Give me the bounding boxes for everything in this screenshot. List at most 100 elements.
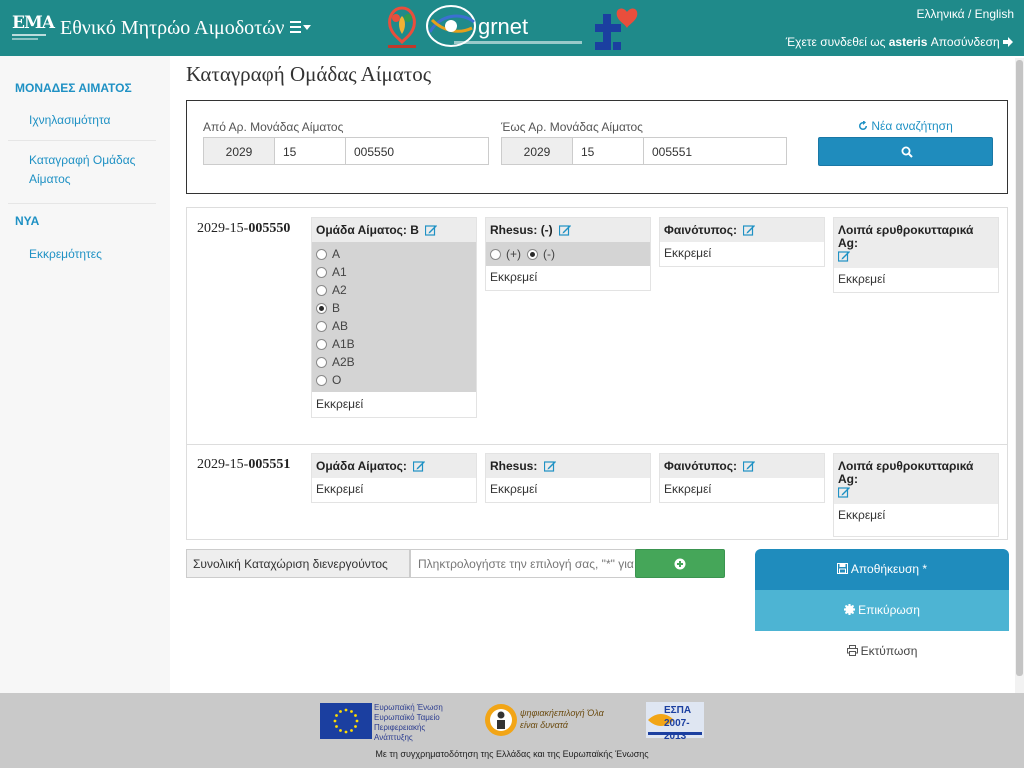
blood-option-radio[interactable] (316, 374, 327, 386)
sidebar-section-nya: ΝΥΑ (15, 214, 40, 228)
to-center-field[interactable]: 15 (572, 137, 644, 165)
sidebar-item-blood-group-record[interactable]: Καταγραφή Ομάδας Αίματος (29, 151, 149, 189)
validate-button[interactable]: Επικύρωση (755, 590, 1009, 631)
blood-group-panel: Ομάδα Αίματος: Εκκρεμεί (311, 453, 477, 503)
search-button[interactable] (818, 137, 993, 166)
edit-icon[interactable] (543, 460, 556, 472)
edit-icon[interactable] (838, 250, 850, 262)
blood-option-label: B (332, 301, 341, 315)
eu-logo: Ευρωπαϊκή Ένωση Ευρωπαϊκό Ταμείο Περιφερ… (320, 703, 455, 742)
edit-icon[interactable] (743, 460, 756, 472)
ema-logo[interactable]: EMA (12, 13, 55, 46)
espa-text: ΕΣΠΑ 2007-2013 (664, 705, 692, 742)
scrollbar[interactable] (1015, 58, 1024, 693)
from-unit-label: Από Αρ. Μονάδας Αίματος (203, 120, 344, 134)
lang-english[interactable]: English (975, 7, 1014, 21)
new-search-link[interactable]: Νέα αναζήτηση (858, 119, 953, 133)
logo-underline (12, 38, 38, 40)
username: asteris (888, 35, 928, 49)
certificate-icon (844, 604, 856, 615)
edit-icon[interactable] (838, 486, 850, 498)
edit-icon[interactable] (559, 224, 572, 236)
rhesus-pos-radio[interactable] (490, 248, 501, 260)
blood-unit-id: 2029-15-005550 (197, 221, 291, 236)
scrollbar-thumb[interactable] (1016, 60, 1023, 676)
from-year-field: 2029 (203, 137, 275, 165)
ministry-cross-logo (593, 4, 639, 52)
logout-icon[interactable] (1003, 35, 1014, 49)
blood-option: B (316, 299, 472, 317)
rhesus-panel: Rhesus: Εκκρεμεί (485, 453, 651, 503)
blood-unit-id: 2029-15-005551 (197, 457, 291, 472)
other-antigens-status: Εκκρεμεί (838, 508, 886, 522)
rhesus-neg-radio[interactable] (527, 248, 538, 260)
blood-option-radio[interactable] (316, 266, 327, 278)
save-icon (836, 563, 848, 574)
bulk-add-button[interactable] (635, 549, 725, 578)
search-panel: Από Αρ. Μονάδας Αίματος 2029 15 005550 Έ… (186, 100, 1008, 194)
espa-logo: ΕΣΠΑ 2007-2013 (646, 702, 704, 742)
other-antigens-header: Λοιπά ερυθροκυτταρικά Ag: (834, 218, 998, 268)
blood-option-radio[interactable] (316, 284, 327, 296)
save-button[interactable]: Αποθήκευση * (755, 549, 1009, 590)
phenotype-panel: Φαινότυπος: Εκκρεμεί (659, 453, 825, 503)
to-number-field[interactable]: 005551 (643, 137, 787, 165)
digital-convergence-logo: ψηφιακήεπιλογή Όλα είναι δυνατά (484, 701, 616, 739)
menu-toggle-icon[interactable] (290, 20, 312, 38)
blood-option-label: AB (332, 319, 349, 333)
sidebar-divider (8, 140, 156, 141)
phenotype-status: Εκκρεμεί (664, 246, 712, 260)
phenotype-panel: Φαινότυπος: Εκκρεμεί (659, 217, 825, 267)
blood-option-label: O (332, 373, 342, 387)
blood-option-radio[interactable] (316, 320, 327, 332)
blood-group-status: Εκκρεμεί (316, 397, 364, 411)
bulk-entry-input[interactable]: Πληκτρολογήστε την επιλογή σας, "*" για (410, 549, 636, 578)
sidebar-divider (8, 203, 156, 204)
blood-group-header: Ομάδα Αίματος: B (312, 218, 476, 242)
blood-option-radio[interactable] (316, 338, 327, 350)
grnet-logo: grnet (424, 2, 584, 52)
lang-greek[interactable]: Ελληνικά (916, 7, 964, 21)
blood-option-label: A1B (332, 337, 355, 351)
plus-circle-icon (674, 558, 686, 570)
results-panel: 2029-15-005550 Ομάδα Αίματος: B A A1 A2 B AB… (186, 207, 1008, 540)
sidebar-item-pending[interactable]: Εκκρεμότητες (29, 245, 102, 264)
eu-text: Ευρωπαϊκή Ένωση Ευρωπαϊκό Ταμείο Περιφερ… (374, 703, 443, 742)
blood-group-status: Εκκρεμεί (316, 482, 364, 496)
grnet-tagline-line (454, 41, 582, 44)
sidebar: ΜΟΝΑΔΕΣ ΑΙΜΑΤΟΣ Ιχνηλασιμότητα Καταγραφή… (0, 56, 170, 693)
logout-link[interactable]: Αποσύνδεση (931, 35, 1000, 49)
print-label: Εκτύπωση (860, 644, 918, 658)
blood-option: A2 (316, 281, 472, 299)
rhesus-status: Εκκρεμεί (490, 270, 538, 284)
page-title: Καταγραφή Ομάδας Αίματος (186, 62, 432, 86)
print-icon (846, 645, 858, 656)
blood-option-radio[interactable] (316, 248, 327, 260)
row-divider (187, 444, 1007, 445)
blood-option-radio[interactable] (316, 356, 327, 368)
blood-option: A1B (316, 335, 472, 353)
from-center-field[interactable]: 15 (274, 137, 346, 165)
bulk-entry-label: Συνολική Καταχώριση διενεργούντος (186, 549, 410, 578)
footer-credit: Με τη συγχρηματοδότηση της Ελλάδας και τ… (375, 749, 649, 759)
from-number-field[interactable]: 005550 (345, 137, 489, 165)
print-button[interactable]: Εκτύπωση (755, 631, 1009, 672)
blood-option: A2B (316, 353, 472, 371)
blood-option: AB (316, 317, 472, 335)
phenotype-header: Φαινότυπος: (660, 218, 824, 242)
blood-group-header: Ομάδα Αίματος: (312, 454, 476, 478)
grnet-wordmark: grnet (478, 14, 529, 39)
footer: Ευρωπαϊκή Ένωση Ευρωπαϊκό Ταμείο Περιφερ… (0, 693, 1024, 768)
blood-option-label: A (332, 247, 341, 261)
logo-underline (12, 34, 46, 36)
edit-icon[interactable] (743, 224, 756, 236)
rhesus-status: Εκκρεμεί (490, 482, 538, 496)
sidebar-section-blood-units: ΜΟΝΑΔΕΣ ΑΙΜΑΤΟΣ (15, 81, 132, 95)
sidebar-item-traceability[interactable]: Ιχνηλασιμότητα (29, 111, 110, 130)
actions-panel: Αποθήκευση * Επικύρωση Εκτύπωση (755, 549, 1009, 672)
edit-icon[interactable] (413, 460, 426, 472)
blood-option-radio[interactable] (316, 302, 327, 314)
edit-icon[interactable] (425, 224, 438, 236)
ema-logo-text: EMA (12, 13, 55, 33)
app-title[interactable]: Εθνικό Μητρώο Αιμοδοτών (60, 17, 284, 40)
